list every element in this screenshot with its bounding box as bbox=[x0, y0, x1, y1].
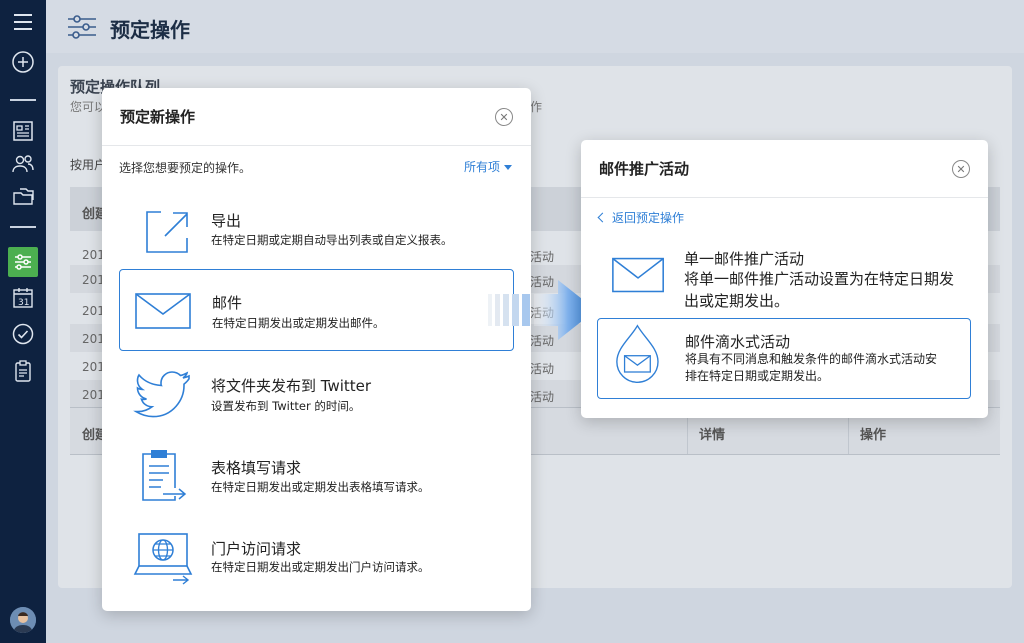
option-desc: 在特定日期或定期自动导出列表或自定义报表。 bbox=[211, 233, 453, 247]
option-twitter[interactable]: 将文件夹发布到 Twitter 设置发布到 Twitter 的时间。 bbox=[119, 352, 514, 434]
mail-icon bbox=[135, 293, 191, 329]
queue-subtitle: 您可以 bbox=[70, 100, 107, 114]
sidebar-divider bbox=[10, 99, 36, 101]
folders-icon[interactable] bbox=[9, 182, 37, 210]
option-title: 导出 bbox=[211, 212, 242, 230]
option-desc: 将具有不同消息和触发条件的邮件滴水式活动安排在特定日期或定期发出。 bbox=[685, 352, 938, 383]
mail-icon bbox=[612, 257, 664, 293]
option-title: 表格填写请求 bbox=[211, 459, 302, 477]
option-title: 邮件 bbox=[212, 294, 243, 312]
chevron-left-icon bbox=[597, 212, 608, 223]
tasks-check-icon[interactable] bbox=[9, 320, 37, 348]
option-export[interactable]: 导出 在特定日期或定期自动导出列表或自定义报表。 bbox=[119, 188, 514, 270]
user-filter-label: 按用户 bbox=[70, 158, 107, 172]
option-portal-request[interactable]: 门户访问请求 在特定日期发出或定期发出门户访问请求。 bbox=[119, 516, 514, 598]
twitter-icon bbox=[133, 371, 190, 418]
option-desc: 在特定日期发出或定期发出门户访问请求。 bbox=[211, 560, 430, 574]
option-desc: 设置发布到 Twitter 的时间。 bbox=[211, 399, 361, 413]
option-title: 单一邮件推广活动 bbox=[684, 250, 805, 268]
modal-divider bbox=[102, 145, 531, 146]
option-drip-campaign[interactable]: 邮件滴水式活动 将具有不同消息和触发条件的邮件滴水式活动安排在特定日期或定期发出… bbox=[597, 318, 971, 399]
export-icon bbox=[146, 211, 188, 253]
scheduled-actions-icon bbox=[66, 14, 98, 44]
back-link[interactable]: 返回预定操作 bbox=[597, 209, 684, 226]
modal-title: 预定新操作 bbox=[120, 108, 196, 126]
sidebar-divider bbox=[10, 226, 36, 228]
clipboard-icon[interactable] bbox=[9, 357, 37, 385]
menu-icon[interactable] bbox=[9, 8, 37, 36]
chevron-down-icon bbox=[504, 165, 513, 170]
column-header-details: 详情 bbox=[699, 428, 726, 443]
option-desc: 在特定日期发出或定期发出邮件。 bbox=[212, 316, 385, 330]
svg-text:31: 31 bbox=[18, 298, 29, 308]
option-title: 邮件滴水式活动 bbox=[685, 333, 791, 351]
option-desc: 在特定日期发出或定期发出表格填写请求。 bbox=[211, 480, 430, 494]
user-avatar[interactable] bbox=[10, 607, 36, 633]
scheduled-actions-icon[interactable] bbox=[8, 247, 38, 277]
modal-divider bbox=[581, 197, 988, 198]
clipboard-form-icon bbox=[142, 450, 187, 501]
sidebar: 31 bbox=[0, 0, 46, 643]
email-campaign-modal: 邮件推广活动 ✕ 返回预定操作 单一邮件推广活动 将单一邮件推广活动设置为在特定… bbox=[581, 140, 988, 418]
queue-subtitle-end: 作 bbox=[530, 100, 543, 114]
column-header-actions: 操作 bbox=[860, 428, 887, 443]
option-title: 将文件夹发布到 Twitter bbox=[211, 377, 372, 395]
add-icon[interactable] bbox=[9, 48, 37, 76]
dashboard-icon[interactable] bbox=[9, 117, 37, 145]
option-title: 门户访问请求 bbox=[211, 540, 302, 558]
modal-title: 邮件推广活动 bbox=[599, 160, 690, 178]
calendar-icon[interactable]: 31 bbox=[9, 284, 37, 312]
schedule-action-modal: 预定新操作 ✕ 选择您想要预定的操作。 所有项 导出 在特定日期或定期自动导出列… bbox=[102, 88, 531, 611]
portal-globe-icon bbox=[133, 533, 193, 585]
page-title: 预定操作 bbox=[110, 18, 190, 42]
option-desc: 将单一邮件推广活动设置为在特定日期发出或定期发出。 bbox=[684, 270, 955, 310]
filter-dropdown[interactable]: 所有项 bbox=[464, 158, 513, 175]
option-single-campaign[interactable]: 单一邮件推广活动 将单一邮件推广活动设置为在特定日期发出或定期发出。 bbox=[597, 238, 971, 314]
option-form-request[interactable]: 表格填写请求 在特定日期发出或定期发出表格填写请求。 bbox=[119, 434, 514, 516]
drip-mail-icon bbox=[616, 324, 659, 383]
page-header bbox=[46, 0, 1024, 53]
close-icon[interactable]: ✕ bbox=[952, 160, 970, 178]
modal-prompt: 选择您想要预定的操作。 bbox=[119, 161, 252, 175]
contacts-icon[interactable] bbox=[9, 150, 37, 178]
close-icon[interactable]: ✕ bbox=[495, 108, 513, 126]
option-email[interactable]: 邮件 在特定日期发出或定期发出邮件。 bbox=[119, 269, 514, 351]
